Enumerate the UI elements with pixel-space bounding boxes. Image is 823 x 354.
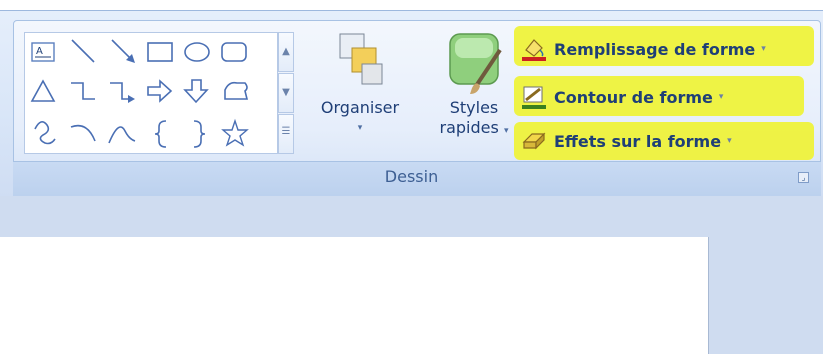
star-icon[interactable] (221, 118, 249, 147)
top-strip (0, 0, 823, 10)
oval-icon[interactable] (184, 42, 210, 62)
quick-styles-label-text: rapides (439, 118, 499, 137)
quick-styles-icon (449, 33, 502, 94)
shape-fill-dropdown-icon: ▾ (761, 44, 766, 54)
shapes-gallery[interactable]: A (24, 32, 278, 154)
quick-styles-label-line2: rapides ▾ (428, 118, 520, 141)
arrange-icon (339, 33, 383, 85)
gallery-scroll: ▲ ▼ ☰ (278, 32, 294, 154)
right-arrow-icon[interactable] (147, 79, 173, 103)
shape-effects-button[interactable]: Effets sur la forme ▾ (520, 124, 732, 158)
left-brace-icon[interactable] (154, 120, 167, 148)
rectangle-icon[interactable] (147, 42, 173, 62)
gallery-more[interactable]: ☰ (278, 114, 294, 154)
callout-shape-icon[interactable] (224, 81, 249, 100)
shape-fill-button[interactable]: Remplissage de forme ▾ (520, 32, 766, 66)
right-brace-icon[interactable] (193, 120, 206, 148)
organiser-dropdown-icon: ▾ (357, 123, 363, 133)
elbow-arrow-connector-icon[interactable] (110, 82, 135, 103)
shape-effects-icon (520, 128, 548, 154)
line-icon[interactable] (71, 39, 95, 63)
gallery-scroll-up[interactable]: ▲ (278, 32, 294, 72)
dialog-launcher-icon[interactable]: ⌟ (798, 172, 809, 183)
fill-bucket-icon (520, 36, 548, 62)
curve-icon[interactable] (108, 126, 136, 144)
quick-styles-button[interactable]: Styles rapides ▾ (428, 28, 520, 154)
freeform-icon[interactable] (34, 121, 56, 145)
slide-canvas[interactable] (0, 237, 708, 354)
arc-icon[interactable] (70, 124, 96, 142)
text-box-icon[interactable]: A (31, 42, 55, 62)
down-arrow-icon[interactable] (183, 79, 209, 104)
shape-outline-button[interactable]: Contour de forme ▾ (520, 80, 723, 114)
shape-fill-label: Remplissage de forme (554, 39, 756, 59)
organiser-label: Organiser (320, 98, 400, 117)
svg-text:A: A (36, 46, 43, 57)
shape-effects-label: Effets sur la forme (554, 131, 722, 151)
group-label: Dessin (384, 167, 439, 186)
triangle-icon[interactable] (30, 79, 56, 102)
quick-styles-label-line1: Styles (449, 98, 499, 117)
shape-outline-label: Contour de forme (554, 87, 713, 107)
rounded-rectangle-icon[interactable] (221, 42, 247, 62)
pencil-outline-icon (520, 84, 548, 110)
organiser-button[interactable]: Organiser ▾ (308, 28, 412, 154)
elbow-connector-icon[interactable] (71, 82, 95, 100)
shape-outline-dropdown-icon: ▾ (718, 92, 724, 102)
shape-effects-dropdown-icon: ▾ (727, 136, 732, 146)
quick-styles-dropdown-icon: ▾ (503, 126, 509, 136)
arrow-line-icon[interactable] (111, 39, 135, 63)
gallery-scroll-down[interactable]: ▼ (278, 73, 294, 113)
